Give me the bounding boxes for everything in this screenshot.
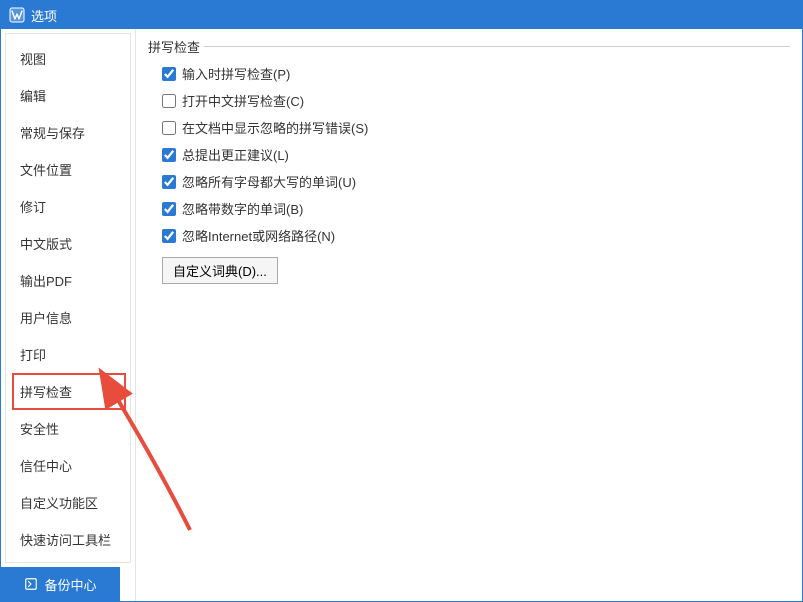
option-always-suggest[interactable]: 总提出更正建议(L) <box>148 141 790 168</box>
checkbox-show-ignored-errors[interactable] <box>162 121 176 135</box>
checkbox-ignore-internet-paths[interactable] <box>162 229 176 243</box>
app-icon <box>9 7 25 23</box>
label-show-ignored-errors: 在文档中显示忽略的拼写错误(S) <box>182 118 368 137</box>
label-ignore-words-with-numbers: 忽略带数字的单词(B) <box>182 199 303 218</box>
checkbox-always-suggest[interactable] <box>162 148 176 162</box>
sidebar-item-chinese-layout[interactable]: 中文版式 <box>12 225 126 262</box>
checkbox-enable-chinese-spellcheck[interactable] <box>162 94 176 108</box>
label-enable-chinese-spellcheck: 打开中文拼写检查(C) <box>182 91 304 110</box>
label-always-suggest: 总提出更正建议(L) <box>182 145 289 164</box>
sidebar: 视图 编辑 常规与保存 文件位置 修订 中文版式 输出PDF 用户信息 打印 拼… <box>5 33 131 563</box>
option-ignore-internet-paths[interactable]: 忽略Internet或网络路径(N) <box>148 222 790 249</box>
bottombar: 备份中心 <box>1 567 135 601</box>
sidebar-item-user-info[interactable]: 用户信息 <box>12 299 126 336</box>
checkbox-check-while-typing[interactable] <box>162 67 176 81</box>
backup-icon <box>24 577 38 591</box>
group-title: 拼写检查 <box>148 37 204 56</box>
option-ignore-words-with-numbers[interactable]: 忽略带数字的单词(B) <box>148 195 790 222</box>
option-check-while-typing[interactable]: 输入时拼写检查(P) <box>148 60 790 87</box>
backup-center-label: 备份中心 <box>44 575 96 594</box>
options-window: 选项 视图 编辑 常规与保存 文件位置 修订 中文版式 输出PDF 用户信息 打… <box>0 0 803 602</box>
sidebar-item-edit[interactable]: 编辑 <box>12 77 126 114</box>
titlebar: 选项 <box>1 1 802 29</box>
label-check-while-typing: 输入时拼写检查(P) <box>182 64 290 83</box>
spellcheck-group: 拼写检查 输入时拼写检查(P) 打开中文拼写检查(C) 在文档中显示忽略的拼写错… <box>148 37 790 284</box>
label-ignore-internet-paths: 忽略Internet或网络路径(N) <box>182 226 335 245</box>
checkbox-ignore-uppercase[interactable] <box>162 175 176 189</box>
sidebar-item-view[interactable]: 视图 <box>12 40 126 77</box>
sidebar-item-trust-center[interactable]: 信任中心 <box>12 447 126 484</box>
main-area: 视图 编辑 常规与保存 文件位置 修订 中文版式 输出PDF 用户信息 打印 拼… <box>1 29 802 601</box>
sidebar-item-quick-access[interactable]: 快速访问工具栏 <box>12 521 126 558</box>
custom-dictionary-button[interactable]: 自定义词典(D)... <box>162 257 278 284</box>
label-ignore-uppercase: 忽略所有字母都大写的单词(U) <box>182 172 356 191</box>
content-panel: 拼写检查 输入时拼写检查(P) 打开中文拼写检查(C) 在文档中显示忽略的拼写错… <box>136 29 802 601</box>
option-show-ignored-errors[interactable]: 在文档中显示忽略的拼写错误(S) <box>148 114 790 141</box>
sidebar-item-file-location[interactable]: 文件位置 <box>12 151 126 188</box>
option-enable-chinese-spellcheck[interactable]: 打开中文拼写检查(C) <box>148 87 790 114</box>
checkbox-ignore-words-with-numbers[interactable] <box>162 202 176 216</box>
sidebar-wrap: 视图 编辑 常规与保存 文件位置 修订 中文版式 输出PDF 用户信息 打印 拼… <box>1 29 136 601</box>
sidebar-item-print[interactable]: 打印 <box>12 336 126 373</box>
window-title: 选项 <box>31 6 57 25</box>
backup-center-button[interactable]: 备份中心 <box>1 567 120 601</box>
sidebar-item-customize-ribbon[interactable]: 自定义功能区 <box>12 484 126 521</box>
sidebar-item-general-save[interactable]: 常规与保存 <box>12 114 126 151</box>
sidebar-item-revision[interactable]: 修订 <box>12 188 126 225</box>
sidebar-item-output-pdf[interactable]: 输出PDF <box>12 262 126 299</box>
sidebar-item-security[interactable]: 安全性 <box>12 410 126 447</box>
option-ignore-uppercase[interactable]: 忽略所有字母都大写的单词(U) <box>148 168 790 195</box>
sidebar-item-spell-check[interactable]: 拼写检查 <box>12 373 126 410</box>
